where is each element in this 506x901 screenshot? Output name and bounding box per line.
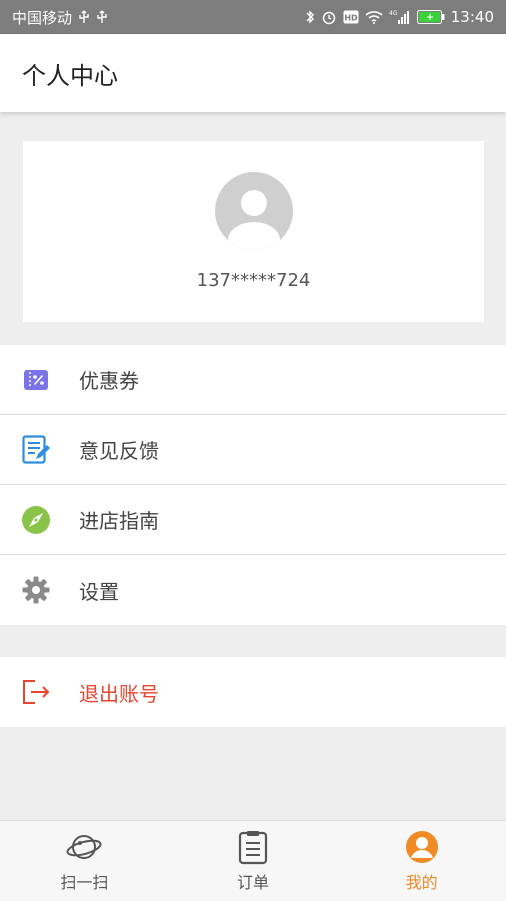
menu-item-settings[interactable]: 设置 (0, 555, 506, 625)
usb-debug-icon (96, 10, 108, 24)
menu-item-label: 设置 (79, 579, 119, 604)
tab-label: 我的 (405, 873, 438, 892)
tab-label: 订单 (236, 873, 269, 892)
logout-icon (21, 677, 51, 707)
tab-scan[interactable]: 扫一扫 (24, 829, 144, 893)
tab-orders[interactable]: 订单 (193, 829, 313, 893)
tab-mine[interactable]: 我的 (362, 829, 482, 893)
logout-button[interactable]: 退出账号 (0, 657, 506, 727)
app-bar: 个人中心 (0, 34, 506, 112)
clock-label: 13:40 (450, 8, 494, 26)
usb-icon (78, 10, 90, 24)
planet-icon (66, 835, 102, 859)
user-icon (405, 831, 438, 863)
menu-item-label: 进店指南 (79, 509, 159, 533)
feedback-icon (21, 434, 51, 465)
phone-number: 137*****724 (196, 270, 311, 291)
signal-icon: 4G (389, 9, 411, 25)
menu-item-label: 优惠券 (79, 369, 139, 393)
menu-item-label: 意见反馈 (79, 439, 159, 463)
bluetooth-icon (305, 9, 315, 25)
network-type-label: 4G (389, 10, 398, 17)
battery-icon (416, 10, 445, 24)
status-bar: 中国移动 HD 4G 13:40 (0, 0, 506, 34)
alarm-icon (321, 9, 337, 25)
profile-card[interactable]: 137*****724 (23, 141, 484, 322)
tab-label: 扫一扫 (60, 873, 109, 892)
menu-list: 优惠券 意见反馈 进店指南 设置 (0, 345, 506, 625)
menu-item-feedback[interactable]: 意见反馈 (0, 415, 506, 485)
page-title: 个人中心 (22, 61, 118, 90)
gear-icon (21, 575, 51, 605)
bottom-tab-bar: 扫一扫 订单 我的 (0, 820, 506, 901)
hd-icon: HD (343, 10, 359, 24)
avatar[interactable] (214, 172, 293, 250)
svg-text:HD: HD (344, 14, 358, 23)
wifi-icon (365, 10, 383, 24)
clipboard-icon (238, 831, 268, 865)
default-avatar-icon (227, 190, 280, 250)
menu-item-coupon[interactable]: 优惠券 (0, 345, 506, 415)
coupon-icon (21, 365, 51, 395)
logout-label: 退出账号 (79, 681, 159, 706)
menu-item-store-guide[interactable]: 进店指南 (0, 485, 506, 555)
compass-icon (21, 505, 51, 535)
carrier-label: 中国移动 (12, 8, 73, 27)
